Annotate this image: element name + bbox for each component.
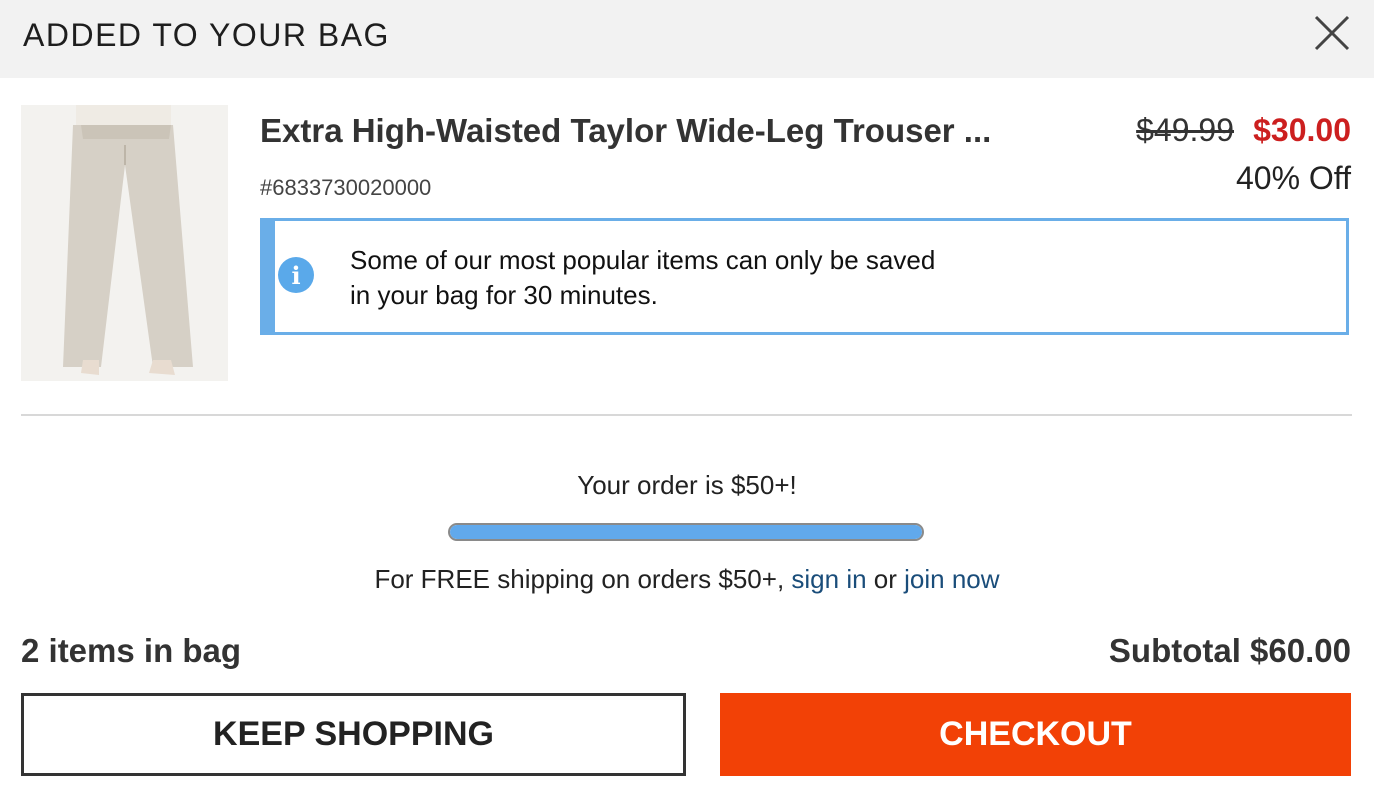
- or-text: or: [866, 564, 905, 594]
- modal-title: ADDED TO YOUR BAG: [23, 17, 390, 53]
- product-sku: #6833730020000: [260, 175, 432, 200]
- info-icon: i: [278, 257, 314, 293]
- join-now-link[interactable]: join now: [904, 564, 999, 594]
- modal-header: ADDED TO YOUR BAG: [0, 0, 1374, 78]
- keep-shopping-button[interactable]: KEEP SHOPPING: [21, 693, 686, 776]
- sign-in-link[interactable]: sign in: [791, 564, 866, 594]
- discount-label: 40% Off: [1235, 160, 1351, 196]
- sale-price: $30.00: [1253, 112, 1351, 148]
- items-in-bag: 2 items in bag: [21, 632, 242, 669]
- divider: [21, 414, 1352, 416]
- subtotal: Subtotal $60.00: [1108, 632, 1351, 669]
- shipping-text: For FREE shipping on orders $50+,: [374, 564, 792, 594]
- checkout-button[interactable]: CHECKOUT: [720, 693, 1351, 776]
- close-icon[interactable]: [1312, 13, 1352, 53]
- product-name[interactable]: Extra High-Waisted Taylor Wide-Leg Trous…: [260, 112, 991, 150]
- notice-text: Some of our most popular items can only …: [350, 243, 1010, 313]
- free-shipping-message: For FREE shipping on orders $50+, sign i…: [0, 564, 1374, 595]
- original-price: $49.99: [1136, 112, 1234, 148]
- progress-fill: [450, 525, 922, 539]
- product-image[interactable]: [21, 105, 228, 381]
- notice-line-2: in your bag for 30 minutes.: [350, 280, 658, 310]
- order-threshold-message: Your order is $50+!: [577, 470, 797, 500]
- shipping-progress-bar: [448, 523, 924, 541]
- notice-line-1: Some of our most popular items can only …: [350, 245, 936, 275]
